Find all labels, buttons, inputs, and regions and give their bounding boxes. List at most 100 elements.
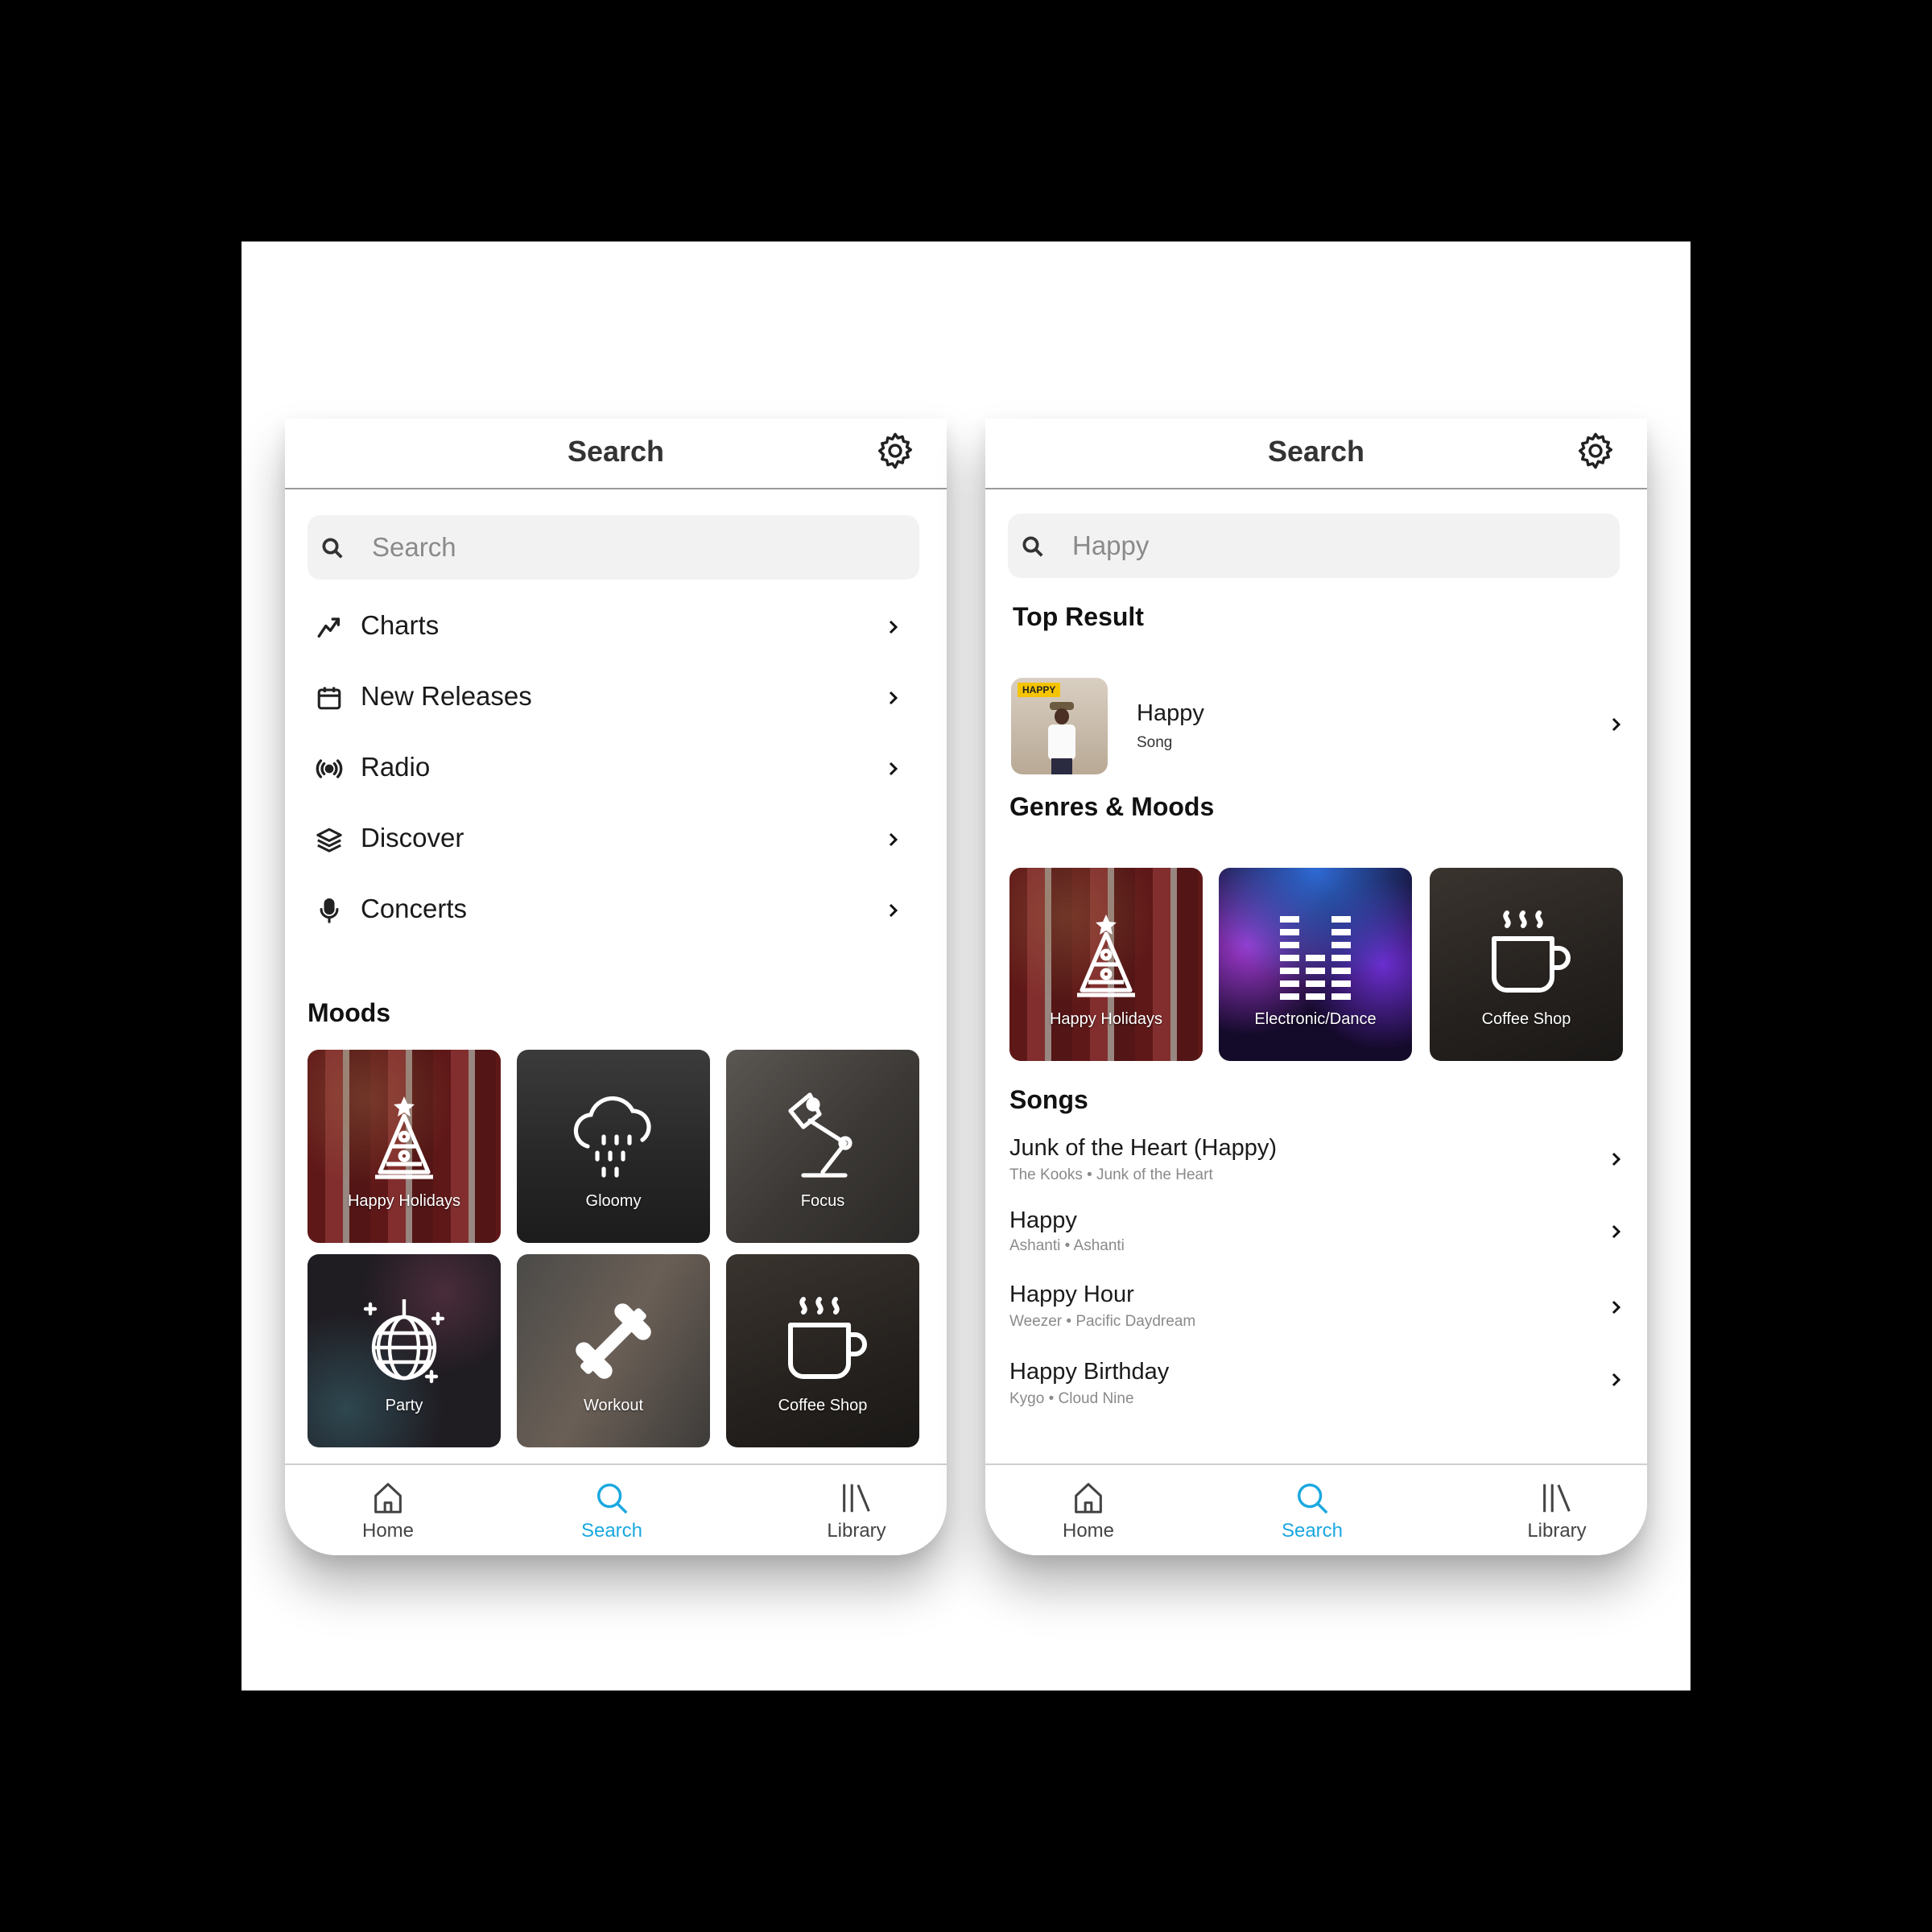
tab-label: Home (1062, 1520, 1115, 1542)
menu-item-radio[interactable]: Radio (308, 741, 919, 797)
genre-tile-electronic-dance[interactable]: Electronic/Dance (1219, 868, 1412, 1061)
coffee-cup-icon (788, 1297, 867, 1379)
search-icon (1022, 536, 1043, 557)
tab-home[interactable]: Home (332, 1480, 444, 1552)
search-screen-browse: Search Search Charts New Releases Radio (285, 419, 947, 1555)
tab-search[interactable]: Search (555, 1480, 668, 1552)
equalizer-icon (1280, 916, 1351, 1000)
chevron-right-icon (1612, 1152, 1621, 1166)
top-result-type: Song (1137, 734, 1173, 751)
tile-label: Gloomy (585, 1192, 642, 1210)
genre-tile-happy-holidays[interactable]: Happy Holidays (1009, 868, 1203, 1061)
moods-heading: Moods (308, 998, 391, 1027)
rain-cloud-icon (573, 1096, 651, 1178)
christmas-tree-icon (1077, 914, 1135, 997)
mood-tile-coffee-shop[interactable]: Coffee Shop (726, 1254, 919, 1447)
search-input[interactable]: Happy (1008, 514, 1620, 578)
tab-library[interactable]: Library (800, 1480, 913, 1552)
christmas-tree-icon (375, 1096, 433, 1179)
menu-item-new-releases[interactable]: New Releases (308, 670, 919, 726)
mood-tile-gloomy[interactable]: Gloomy (517, 1050, 710, 1243)
search-query: Happy (1072, 530, 1150, 560)
library-icon (1543, 1484, 1571, 1513)
home-icon (374, 1483, 402, 1513)
menu-label: Charts (361, 610, 440, 640)
genres-moods-heading: Genres & Moods (1009, 792, 1215, 821)
search-screen-results: Search Happy Top Result HAPPY Happy Song… (985, 419, 1647, 1555)
search-icon (322, 538, 343, 559)
tile-label: Party (385, 1397, 423, 1414)
chevron-right-icon (1612, 1300, 1621, 1315)
dumbbell-icon (576, 1303, 651, 1379)
chevron-right-icon (889, 620, 898, 634)
chevron-right-icon (889, 762, 898, 776)
coffee-cup-icon (1492, 910, 1571, 993)
gear-icon[interactable] (1575, 430, 1616, 472)
chevron-right-icon (1612, 1373, 1621, 1387)
song-title: Happy Hour (1009, 1282, 1134, 1307)
tab-label: Library (1527, 1520, 1587, 1542)
tab-bar: Home Search Library (985, 1463, 1647, 1555)
tab-label: Search (1281, 1520, 1344, 1542)
menu-label: New Releases (361, 681, 532, 711)
gear-icon[interactable] (874, 430, 916, 472)
header: Search (285, 419, 947, 489)
album-art: HAPPY (1011, 678, 1108, 774)
tile-label: Workout (583, 1397, 644, 1414)
page-title: Search (567, 435, 665, 468)
menu-item-charts[interactable]: Charts (308, 599, 919, 655)
genre-tile-coffee-shop[interactable]: Coffee Shop (1430, 868, 1623, 1061)
page-title: Search (1267, 435, 1365, 468)
chevron-right-icon (1612, 1224, 1621, 1239)
tile-label: Happy Holidays (1049, 1010, 1163, 1028)
tile-label: Coffee Shop (1481, 1010, 1571, 1028)
menu-item-concerts[interactable]: Concerts (308, 882, 919, 939)
top-result-title: Happy (1137, 700, 1204, 726)
search-icon (597, 1483, 628, 1514)
search-input[interactable]: Search (308, 515, 919, 580)
menu-label: Concerts (361, 894, 468, 923)
desk-lamp-icon (788, 1092, 852, 1178)
chevron-right-icon (889, 691, 898, 705)
menu-label: Discover (361, 823, 464, 852)
search-icon (1297, 1483, 1328, 1514)
menu-label: Radio (361, 752, 431, 782)
menu-item-discover[interactable]: Discover (308, 811, 919, 868)
song-subtitle: The Kooks • Junk of the Heart (1009, 1166, 1213, 1183)
header: Search (985, 419, 1647, 489)
chevron-right-icon (1612, 717, 1621, 732)
artboard: Search Search Charts New Releases Radio (242, 242, 1690, 1690)
layers-icon (316, 828, 342, 852)
disco-ball-icon (363, 1299, 445, 1384)
album-art-label: HAPPY (1018, 683, 1061, 697)
song-title: Happy (1009, 1208, 1077, 1233)
broadcast-icon (316, 759, 343, 778)
song-subtitle: Kygo • Cloud Nine (1009, 1390, 1134, 1407)
top-result-heading: Top Result (1013, 602, 1144, 631)
tile-label: Focus (800, 1192, 845, 1210)
library-icon (843, 1484, 870, 1513)
tab-home[interactable]: Home (1032, 1480, 1145, 1552)
tab-search[interactable]: Search (1256, 1480, 1368, 1552)
home-icon (1075, 1483, 1102, 1513)
tab-bar: Home Search Library (285, 1463, 947, 1555)
chevron-right-icon (889, 903, 898, 918)
tab-label: Library (827, 1520, 886, 1542)
tab-label: Home (361, 1520, 415, 1542)
songs-heading: Songs (1009, 1085, 1088, 1114)
tab-library[interactable]: Library (1501, 1480, 1613, 1552)
mood-tile-happy-holidays[interactable]: Happy Holidays (308, 1050, 501, 1243)
song-title: Junk of the Heart (Happy) (1009, 1135, 1278, 1161)
chevron-right-icon (889, 832, 898, 847)
tile-label: Happy Holidays (347, 1192, 461, 1210)
microphone-icon (320, 898, 339, 923)
song-title: Happy Birthday (1009, 1359, 1170, 1385)
mood-tile-workout[interactable]: Workout (517, 1254, 710, 1447)
calendar-icon (317, 687, 341, 710)
trending-up-icon (317, 617, 341, 638)
mood-tile-focus[interactable]: Focus (726, 1050, 919, 1243)
search-placeholder: Search (372, 532, 456, 562)
mood-tile-party[interactable]: Party (308, 1254, 501, 1447)
tile-label: Electronic/Dance (1254, 1010, 1377, 1028)
song-subtitle: Weezer • Pacific Daydream (1009, 1313, 1196, 1330)
